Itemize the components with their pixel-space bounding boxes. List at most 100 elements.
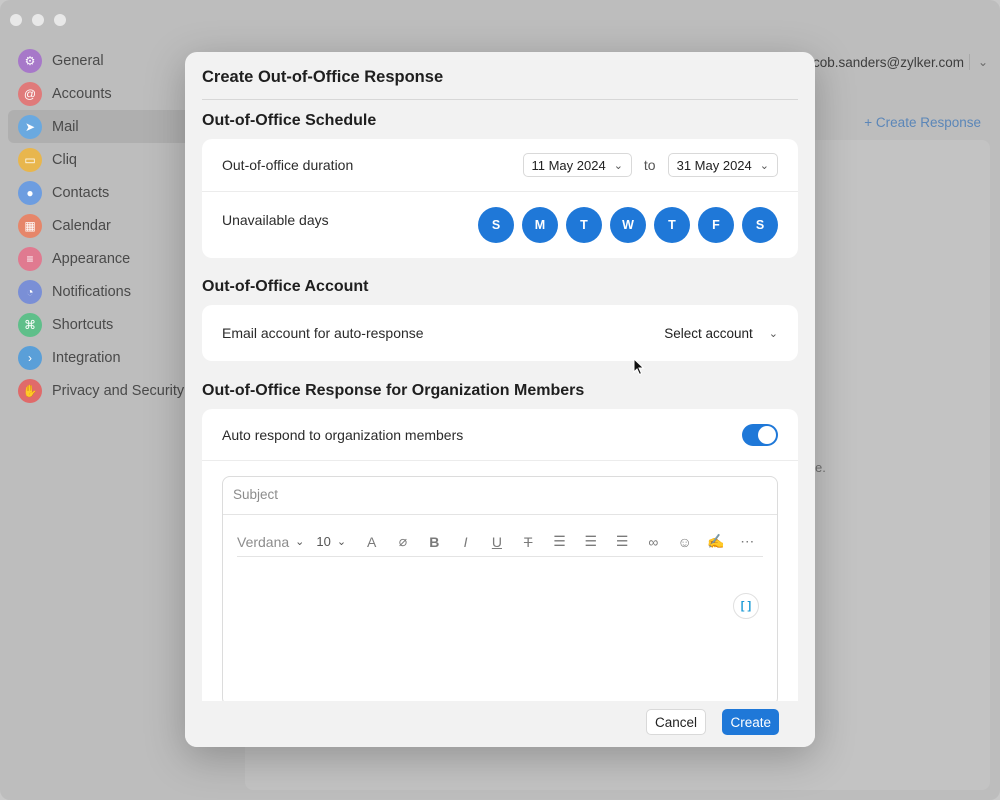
weekday-toggle[interactable]: T (654, 207, 690, 243)
sidebar-item-appearance[interactable]: ≡ Appearance (0, 242, 200, 275)
terminal-icon: › (18, 345, 42, 370)
duration-row: Out-of-office duration 11 May 2024 ⌄ to … (202, 139, 798, 191)
assistant-icon[interactable]: [ ] (733, 593, 759, 619)
chevron-down-icon: ⌄ (768, 327, 778, 340)
unavailable-days-label: Unavailable days (222, 212, 329, 228)
subject-input[interactable]: Subject (223, 477, 777, 515)
link-icon[interactable]: ∞ (638, 534, 669, 550)
create-response-link[interactable]: + Create Response (864, 115, 981, 130)
sidebar-item-label: General (52, 52, 104, 69)
emoji-icon[interactable]: ☺ (669, 534, 700, 550)
send-icon: ➤ (18, 114, 42, 139)
calendar-icon: ▦ (18, 213, 42, 238)
chevron-down-icon: ⌄ (613, 159, 623, 172)
minimize-window-button[interactable] (32, 14, 44, 26)
weekday-toggle[interactable]: F (698, 207, 734, 243)
account-select[interactable]: Select account ⌄ (664, 326, 778, 341)
cancel-button[interactable]: Cancel (645, 709, 706, 735)
mouse-cursor-icon (633, 358, 645, 376)
duration-label: Out-of-office duration (222, 157, 354, 173)
create-ooo-dialog: Create Out-of-Office Response Out-of-Off… (185, 52, 815, 747)
to-date-value: 31 May 2024 (676, 157, 752, 173)
message-editor[interactable]: Subject Verdana ⌄ 10 ⌄ A ⌀ B I U T ☰ ☰ ☰ (222, 476, 778, 706)
strikethrough-icon[interactable]: T (513, 534, 544, 550)
close-window-button[interactable] (10, 14, 22, 26)
sidebar-item-label: Mail (52, 118, 79, 135)
font-size-value: 10 (316, 534, 331, 549)
sidebar-item-label: Accounts (52, 85, 112, 102)
sidebar-item-label: Notifications (52, 283, 131, 300)
align-center-icon[interactable]: ☰ (575, 533, 606, 550)
bold-icon[interactable]: B (419, 534, 450, 550)
sidebar-item-label: Integration (52, 349, 121, 366)
sidebar-item-cliq[interactable]: ▭ Cliq (0, 143, 200, 176)
weekday-toggle[interactable]: S (742, 207, 778, 243)
chevron-down-icon: ⌄ (336, 536, 347, 548)
sidebar-item-label: Privacy and Security (52, 382, 185, 399)
from-date-value: 11 May 2024 (531, 157, 606, 173)
clear-format-icon[interactable]: ⌀ (387, 533, 418, 550)
font-family-select[interactable]: Verdana ⌄ (237, 534, 304, 550)
dialog-footer: Cancel Create (185, 701, 815, 747)
weekday-selector: SMTWTFS (470, 207, 778, 243)
sidebar-item-contacts[interactable]: ● Contacts (0, 176, 200, 209)
sidebar-item-label: Cliq (52, 151, 77, 168)
sidebar-item-label: Contacts (52, 184, 110, 201)
unavailable-days-row: Unavailable days SMTWTFS (202, 191, 798, 258)
account-email[interactable]: cob.sanders@zylker.com (813, 55, 964, 70)
gear-icon: ⚙ (18, 48, 42, 73)
formatting-toolbar: Verdana ⌄ 10 ⌄ A ⌀ B I U T ☰ ☰ ☰ ∞ ☺ ✍ ⋯ (237, 527, 763, 557)
chat-icon: ▭ (18, 147, 42, 172)
sidebar-item-privacy-and-security[interactable]: ✋ Privacy and Security (0, 374, 200, 407)
chevron-down-icon: ⌄ (295, 536, 305, 548)
zoom-window-button[interactable] (54, 14, 66, 26)
settings-sidebar: ⚙ General @ Accounts ➤ Mail ▭ Cliq ● Contacts ▦ Cal… (0, 44, 200, 407)
divider (202, 99, 798, 100)
bell-icon: ◔ (18, 279, 42, 304)
divider (969, 54, 970, 70)
align-right-icon[interactable]: ☰ (606, 533, 637, 550)
account-select-value: Select account (664, 325, 753, 341)
font-family-value: Verdana (237, 533, 290, 550)
dialog-title: Create Out-of-Office Response (202, 68, 444, 86)
sidebar-item-notifications[interactable]: ◔ Notifications (0, 275, 200, 308)
schedule-section-title: Out-of-Office Schedule (202, 112, 377, 129)
weekday-toggle[interactable]: S (478, 207, 514, 243)
auto-respond-toggle[interactable] (742, 423, 778, 446)
more-icon[interactable]: ⋯ (732, 533, 763, 550)
italic-icon[interactable]: I (450, 534, 481, 550)
weekday-toggle[interactable]: W (610, 207, 646, 243)
account-label: Email account for auto-response (222, 325, 424, 341)
sidebar-item-integration[interactable]: › Integration (0, 341, 200, 374)
command-icon: ⌘ (18, 312, 42, 337)
account-row: Email account for auto-response Select a… (202, 305, 798, 361)
sidebar-item-general[interactable]: ⚙ General (0, 44, 200, 77)
underline-icon[interactable]: U (481, 534, 512, 550)
sidebar-item-calendar[interactable]: ▦ Calendar (0, 209, 200, 242)
sidebar-item-mail[interactable]: ➤ Mail (8, 110, 200, 143)
create-button[interactable]: Create (722, 709, 779, 735)
chevron-down-icon: ⌄ (759, 159, 769, 172)
weekday-toggle[interactable]: T (566, 207, 602, 243)
font-color-icon[interactable]: A (356, 534, 387, 550)
org-card: Auto respond to organization members Sub… (202, 409, 798, 719)
sliders-icon: ≡ (18, 246, 42, 271)
align-left-icon[interactable]: ☰ (544, 533, 575, 550)
sidebar-item-label: Calendar (52, 217, 111, 234)
hand-icon: ✋ (18, 378, 42, 403)
sidebar-item-label: Shortcuts (52, 316, 114, 333)
from-date-picker[interactable]: 11 May 2024 ⌄ (522, 153, 632, 177)
person-icon: ● (18, 180, 42, 205)
account-section-title: Out-of-Office Account (202, 278, 369, 295)
sidebar-item-accounts[interactable]: @ Accounts (0, 77, 200, 110)
to-label: to (643, 157, 656, 173)
chevron-down-icon[interactable]: ⌄ (978, 55, 988, 69)
font-size-select[interactable]: 10 ⌄ (316, 534, 346, 549)
weekday-toggle[interactable]: M (522, 207, 558, 243)
background-text: e. (815, 460, 826, 475)
signature-icon[interactable]: ✍ (700, 533, 731, 550)
sidebar-item-shortcuts[interactable]: ⌘ Shortcuts (0, 308, 200, 341)
to-date-picker[interactable]: 31 May 2024 ⌄ (667, 153, 778, 177)
at-icon: @ (18, 81, 42, 106)
org-section-title: Out-of-Office Response for Organization … (202, 382, 585, 399)
